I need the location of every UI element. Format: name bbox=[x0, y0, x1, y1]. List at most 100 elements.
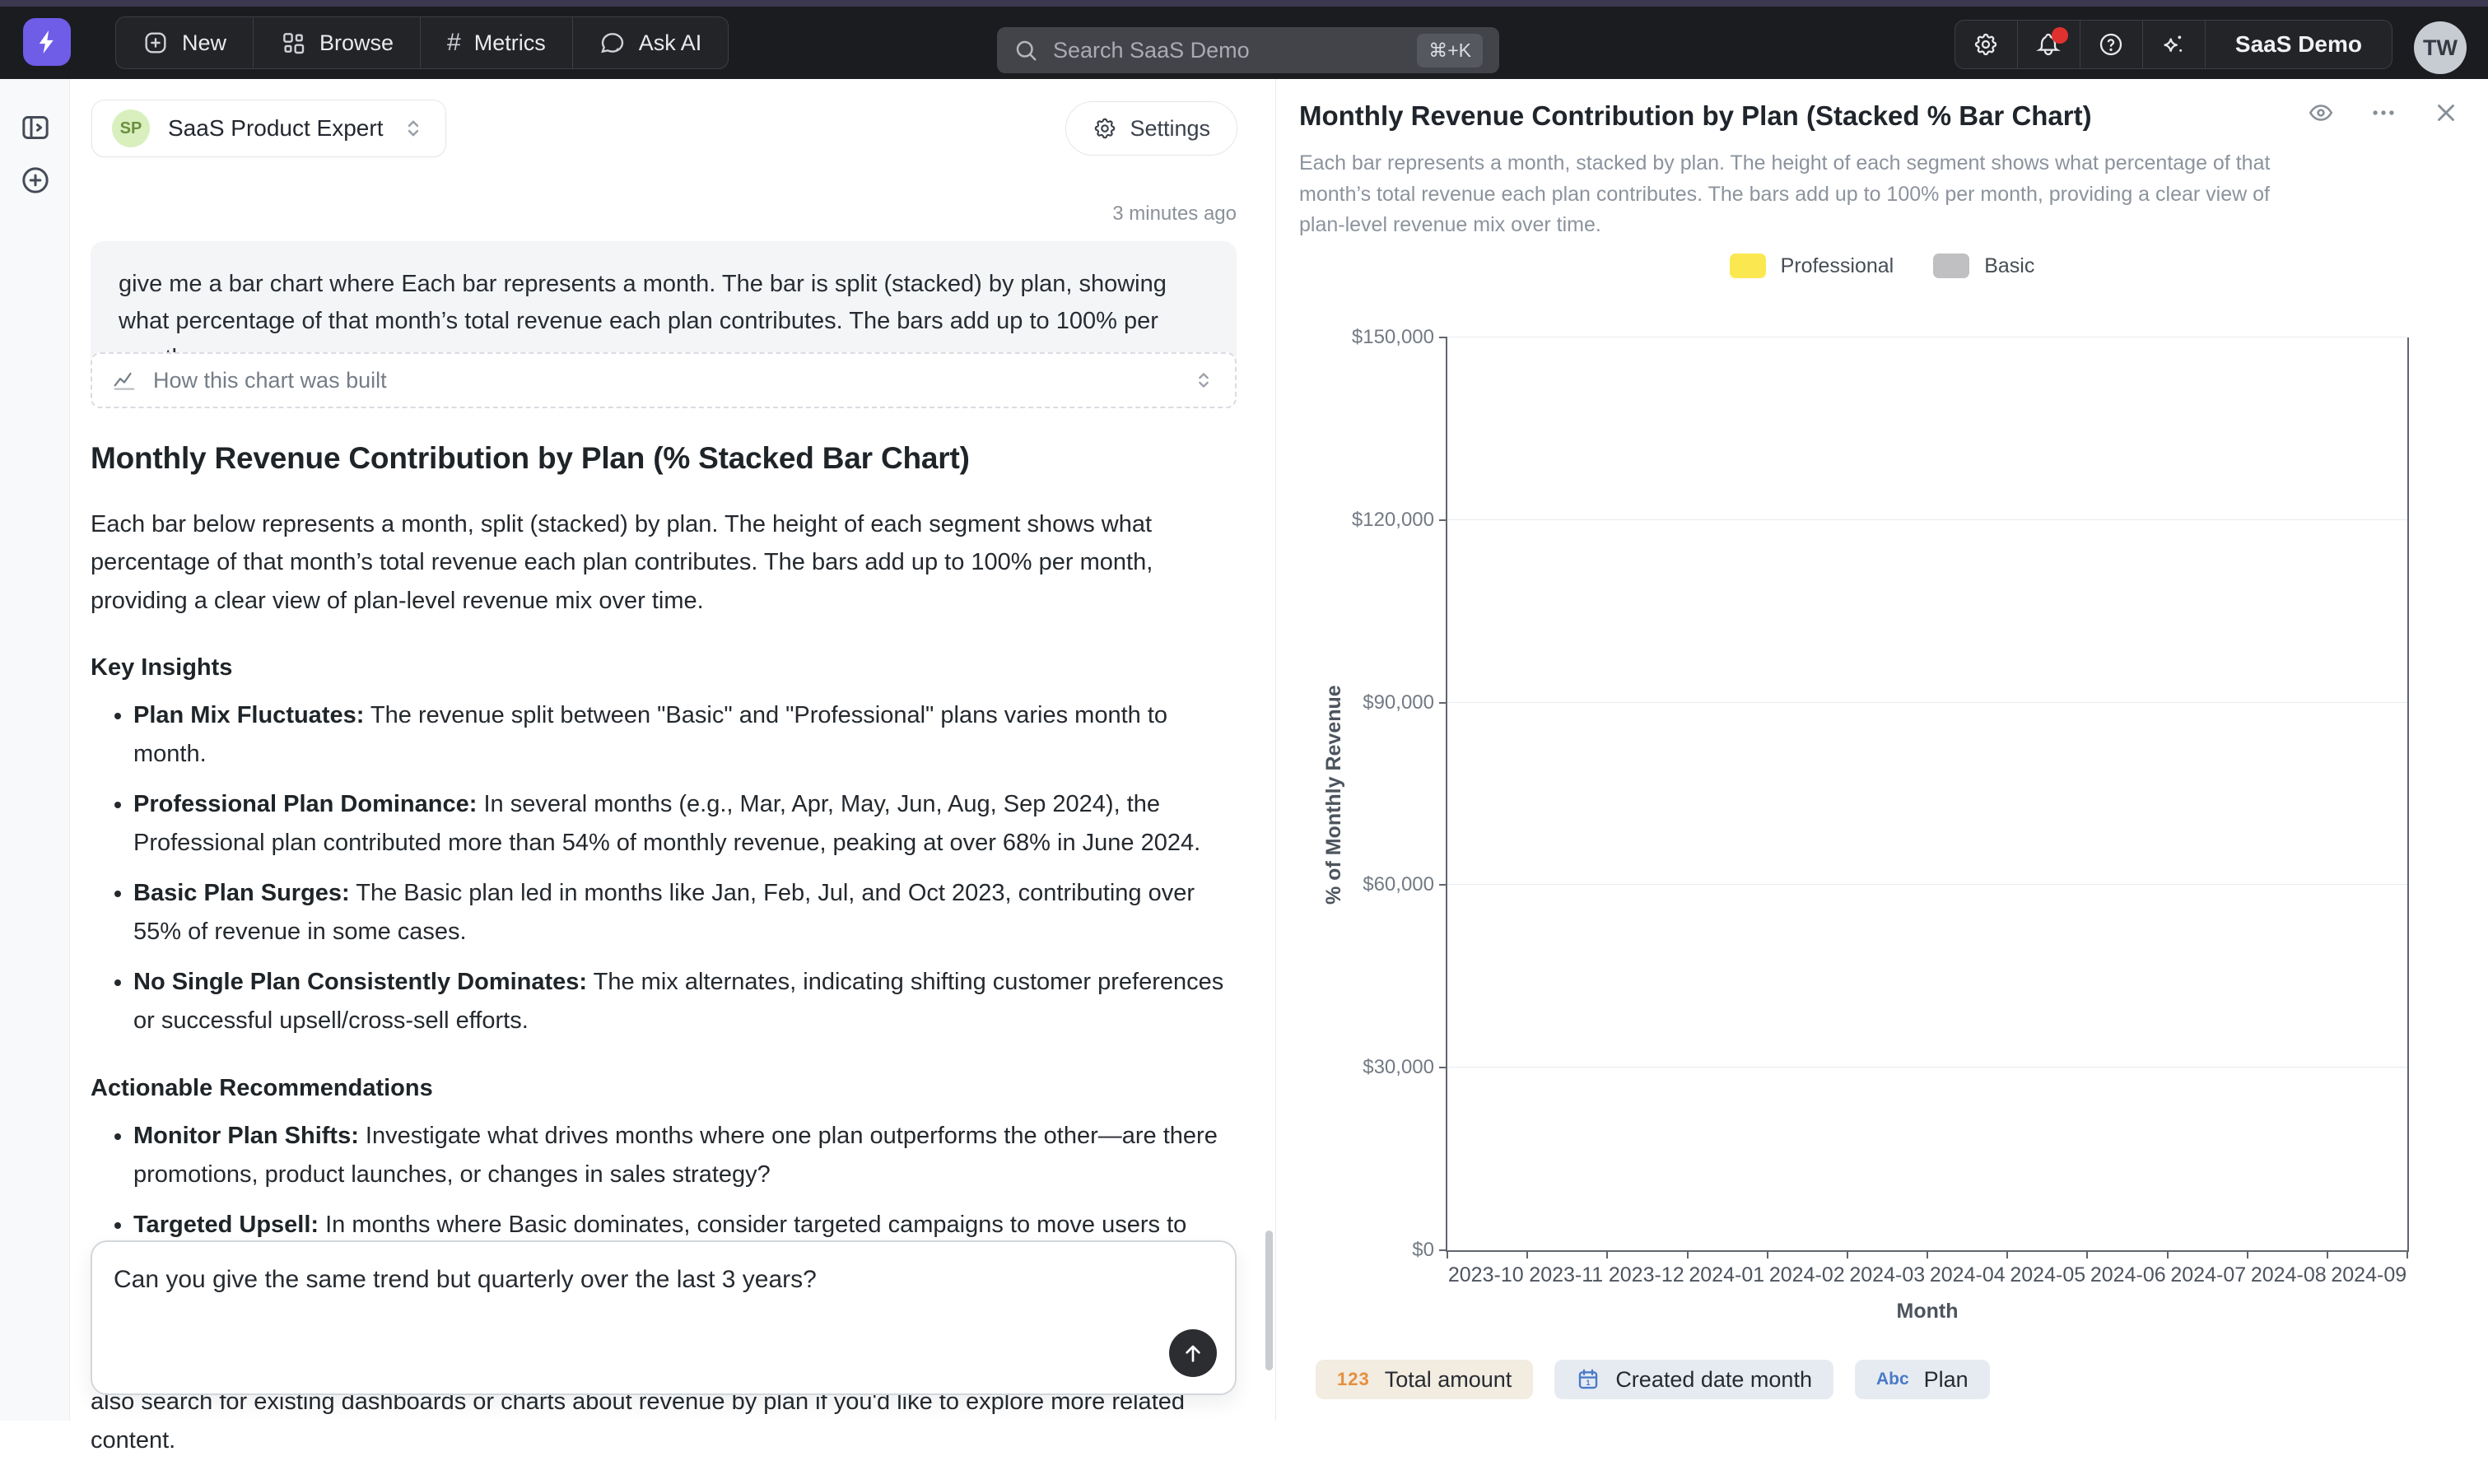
agent-avatar: SP bbox=[112, 109, 150, 147]
ai-sparkles-button[interactable] bbox=[2143, 21, 2206, 68]
agent-selector[interactable]: SP SaaS Product Expert bbox=[91, 100, 446, 157]
app-logo[interactable] bbox=[23, 18, 71, 66]
how-built-label: How this chart was built bbox=[153, 368, 1176, 393]
list-item: Monitor Plan Shifts: Investigate what dr… bbox=[133, 1117, 1237, 1194]
stacked-bar-chart: % of Monthly Revenue $0$30,000$60,000$90… bbox=[1446, 337, 2409, 1252]
x-tick-label: 2024-03 bbox=[1847, 1263, 1928, 1287]
metrics-button[interactable]: # Metrics bbox=[421, 17, 573, 68]
x-tick-label: 2024-07 bbox=[2169, 1263, 2249, 1287]
send-button[interactable] bbox=[1169, 1329, 1217, 1377]
artifact-panel: Monthly Revenue Contribution by Plan (St… bbox=[1276, 79, 2488, 1421]
x-tick-label: 2024-02 bbox=[1767, 1263, 1847, 1287]
list-item-bold: Basic Plan Surges: bbox=[133, 880, 350, 906]
notification-dot bbox=[2052, 27, 2068, 44]
y-axis-title: % of Monthly Revenue bbox=[1322, 337, 1346, 1252]
chat-sparkle-icon bbox=[599, 30, 626, 56]
legend-swatch bbox=[1933, 254, 1969, 278]
dimension-tag-plan[interactable]: Abc Plan bbox=[1855, 1360, 1990, 1399]
y-tick-label: $0 bbox=[1412, 1239, 1434, 1262]
search-icon bbox=[1013, 38, 1038, 63]
bar-slot bbox=[2168, 337, 2248, 1250]
nav-label: Browse bbox=[319, 30, 394, 56]
bar-slot bbox=[1447, 337, 1527, 1250]
new-thread-button[interactable] bbox=[16, 161, 54, 199]
legend-item-basic[interactable]: Basic bbox=[1933, 254, 2034, 278]
new-button[interactable]: New bbox=[116, 17, 254, 68]
global-search[interactable]: ⌘+K bbox=[997, 27, 1499, 73]
gear-icon bbox=[1973, 31, 1999, 58]
list-item-bold: No Single Plan Consistently Dominates: bbox=[133, 969, 587, 995]
x-axis-labels: 2023-102023-112023-122024-012024-022024-… bbox=[1446, 1263, 2409, 1287]
x-tick-mark bbox=[2086, 1250, 2088, 1258]
recommendations-heading: Actionable Recommendations bbox=[91, 1075, 1237, 1102]
dimension-tag-created-date-month[interactable]: 1 Created date month bbox=[1554, 1360, 1833, 1399]
window-top-strip bbox=[0, 0, 2488, 7]
agent-settings-button[interactable]: Settings bbox=[1065, 101, 1237, 156]
notifications-button[interactable] bbox=[2018, 21, 2080, 68]
key-insights-heading: Key Insights bbox=[91, 654, 1237, 682]
legend-label: Professional bbox=[1781, 254, 1894, 278]
message-timestamp: 3 minutes ago bbox=[1112, 202, 1237, 226]
bar-slot bbox=[1847, 337, 1927, 1250]
more-options-button[interactable] bbox=[2369, 99, 2397, 127]
browse-button[interactable]: Browse bbox=[254, 17, 421, 68]
ellipsis-icon bbox=[2369, 99, 2397, 127]
nav-label: Metrics bbox=[474, 30, 546, 56]
x-tick-mark bbox=[1526, 1250, 1528, 1258]
x-tick-label: 2024-08 bbox=[2248, 1263, 2329, 1287]
x-tick-label: 2024-05 bbox=[2008, 1263, 2089, 1287]
metric-tag-total-amount[interactable]: 123 Total amount bbox=[1316, 1360, 1533, 1399]
artifact-title: Monthly Revenue Contribution by Plan (St… bbox=[1299, 100, 2092, 132]
close-panel-button[interactable] bbox=[2432, 99, 2460, 127]
y-tick-label: $60,000 bbox=[1363, 873, 1434, 896]
x-tick-label: 2023-10 bbox=[1446, 1263, 1526, 1287]
chat-input-box: Can you give the same trend but quarterl… bbox=[91, 1240, 1237, 1395]
plus-square-icon bbox=[142, 30, 169, 56]
bar-slot bbox=[1927, 337, 2007, 1250]
x-tick-label: 2024-01 bbox=[1687, 1263, 1768, 1287]
legend-label: Basic bbox=[1984, 254, 2034, 278]
left-rail bbox=[0, 79, 70, 1421]
user-avatar[interactable]: TW bbox=[2414, 21, 2467, 74]
search-input[interactable] bbox=[1053, 38, 1402, 63]
x-tick-mark bbox=[2247, 1250, 2248, 1258]
bar-slot bbox=[1527, 337, 1607, 1250]
how-chart-built-expander[interactable]: How this chart was built bbox=[91, 352, 1237, 408]
chat-scrollbar-thumb[interactable] bbox=[1265, 1230, 1273, 1370]
gear-icon bbox=[1093, 116, 1117, 141]
legend-item-professional[interactable]: Professional bbox=[1730, 254, 1894, 278]
y-tick-mark bbox=[1439, 884, 1447, 886]
sidebar-panel-icon bbox=[19, 111, 52, 144]
x-tick-label: 2023-12 bbox=[1606, 1263, 1687, 1287]
workspace-button[interactable]: SaaS Demo bbox=[2206, 21, 2392, 68]
calendar-icon: 1 bbox=[1576, 1367, 1600, 1392]
tag-label: Plan bbox=[1924, 1367, 1969, 1393]
help-button[interactable] bbox=[2080, 21, 2143, 68]
settings-gear-button[interactable] bbox=[1955, 21, 2018, 68]
bar-slot bbox=[1607, 337, 1687, 1250]
preview-eye-button[interactable] bbox=[2307, 99, 2335, 127]
lightning-bolt-icon bbox=[33, 28, 61, 56]
artifact-actions bbox=[2307, 99, 2460, 127]
y-tick-label: $150,000 bbox=[1352, 326, 1434, 349]
toggle-sidebar-button[interactable] bbox=[16, 109, 54, 147]
x-tick-mark bbox=[2006, 1250, 2008, 1258]
chat-input-field[interactable]: Can you give the same trend but quarterl… bbox=[114, 1262, 1144, 1374]
chevron-up-down-icon bbox=[401, 116, 426, 141]
x-tick-mark bbox=[1447, 1250, 1448, 1258]
plot-area: $0$30,000$60,000$90,000$120,000$150,000 bbox=[1446, 337, 2409, 1252]
response-title: Monthly Revenue Contribution by Plan (% … bbox=[91, 441, 1237, 476]
y-tick-label: $120,000 bbox=[1352, 509, 1434, 532]
primary-nav: New Browse # Metrics Ask AI bbox=[115, 16, 729, 69]
x-tick-mark bbox=[2327, 1250, 2328, 1258]
arrow-up-icon bbox=[1180, 1340, 1206, 1366]
x-axis-title: Month bbox=[1446, 1300, 2409, 1324]
x-tick-mark bbox=[1927, 1250, 1928, 1258]
grid-icon bbox=[280, 30, 306, 56]
help-circle-icon bbox=[2098, 31, 2124, 58]
ask-ai-button[interactable]: Ask AI bbox=[573, 17, 729, 68]
eye-icon bbox=[2307, 99, 2335, 127]
x-tick-mark bbox=[2167, 1250, 2169, 1258]
hash-icon: # bbox=[447, 29, 461, 57]
topbar: New Browse # Metrics Ask AI ⌘+K bbox=[0, 7, 2488, 79]
